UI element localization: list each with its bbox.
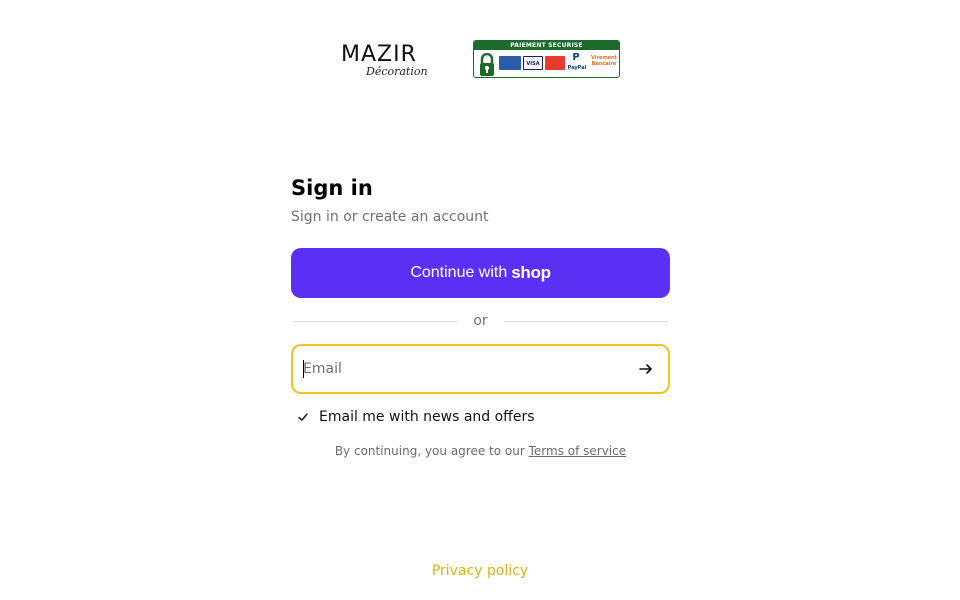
badge-title: PAIEMENT SECURISE <box>474 41 619 50</box>
newsletter-checkbox-row[interactable]: Email me with news and offers <box>291 407 670 427</box>
divider-line-right <box>503 320 669 322</box>
text-caret <box>303 360 304 378</box>
divider-text: or <box>473 313 488 329</box>
email-input[interactable] <box>303 346 623 392</box>
privacy-policy-link[interactable]: Privacy policy <box>432 563 528 579</box>
bank-transfer-label: Virement Bancaire <box>591 55 617 67</box>
terms-prefix: By continuing, you agree to our <box>334 444 525 458</box>
shop-logo-text: shop <box>511 263 551 282</box>
continue-with-shop-button[interactable]: Continue with shop <box>291 248 670 298</box>
shop-button-label: Continue with <box>410 264 508 281</box>
arrow-right-icon[interactable] <box>638 361 654 377</box>
store-logo[interactable]: MAZIR Décoration <box>341 42 428 79</box>
logo-sub-text: Décoration <box>366 65 428 78</box>
visa-icon: VISA <box>523 56 543 70</box>
page-title: Sign in <box>291 176 373 200</box>
checkmark-icon <box>298 413 308 421</box>
lock-icon <box>480 53 494 76</box>
mastercard-icon <box>545 56 565 70</box>
or-divider: or <box>291 312 670 330</box>
header: MAZIR Décoration PAIEMENT SECURISE VISA … <box>0 38 960 82</box>
terms-notice: By continuing, you agree to our Terms of… <box>291 444 670 458</box>
payment-card-icon <box>499 56 521 70</box>
newsletter-checkbox[interactable] <box>293 407 313 427</box>
paypal-label: PayPal <box>567 65 587 71</box>
terms-of-service-link[interactable]: Terms of service <box>529 444 627 458</box>
divider-line-left <box>293 320 458 322</box>
page-subtitle: Sign in or create an account <box>291 209 489 225</box>
newsletter-label: Email me with news and offers <box>319 409 535 425</box>
footer: Privacy policy <box>0 560 960 579</box>
secure-payment-badge: PAIEMENT SECURISE VISA P PayPal Virement… <box>473 40 620 78</box>
logo-main-text: MAZIR <box>341 42 417 67</box>
email-field-container <box>291 344 670 394</box>
signin-panel: Sign in Sign in or create an account Con… <box>291 173 670 458</box>
